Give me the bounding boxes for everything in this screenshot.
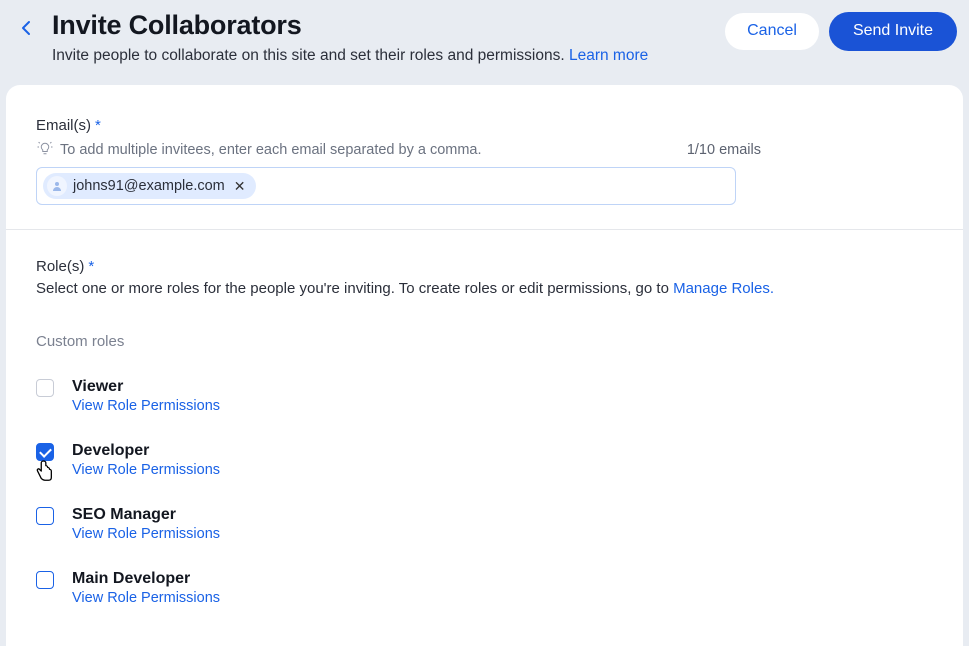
role-text: SEO Manager View Role Permissions — [72, 506, 220, 542]
role-name: Viewer — [72, 378, 220, 396]
role-text: Main Developer View Role Permissions — [72, 570, 220, 606]
role-item: Developer View Role Permissions — [36, 442, 933, 478]
learn-more-link[interactable]: Learn more — [569, 47, 648, 64]
page-subtitle: Invite people to collaborate on this sit… — [52, 47, 717, 65]
role-item: Main Developer View Role Permissions — [36, 570, 933, 606]
view-permissions-link[interactable]: View Role Permissions — [72, 462, 220, 478]
required-asterisk: * — [95, 117, 101, 134]
role-text: Viewer View Role Permissions — [72, 378, 220, 414]
cancel-button[interactable]: Cancel — [725, 13, 819, 50]
required-asterisk: * — [88, 258, 94, 275]
role-text: Developer View Role Permissions — [72, 442, 220, 478]
emails-section: Email(s)* To add multiple invitees, ente… — [6, 85, 963, 229]
view-permissions-link[interactable]: View Role Permissions — [72, 526, 220, 542]
emails-label: Email(s) — [36, 117, 91, 134]
role-name: Developer — [72, 442, 220, 460]
main-card: Email(s)* To add multiple invitees, ente… — [6, 85, 963, 646]
roles-label: Role(s) — [36, 258, 84, 275]
role-item: Viewer View Role Permissions — [36, 378, 933, 414]
custom-roles-heading: Custom roles — [36, 333, 933, 350]
email-chip: johns91@example.com ✕ — [43, 173, 256, 199]
lightbulb-icon — [36, 141, 54, 159]
remove-chip-icon[interactable]: ✕ — [231, 179, 249, 193]
view-permissions-link[interactable]: View Role Permissions — [72, 398, 220, 414]
subtitle-text: Invite people to collaborate on this sit… — [52, 47, 569, 64]
role-name: SEO Manager — [72, 506, 220, 524]
manage-roles-link[interactable]: Manage Roles. — [673, 280, 774, 297]
roles-description-text: Select one or more roles for the people … — [36, 280, 673, 297]
role-item: SEO Manager View Role Permissions — [36, 506, 933, 542]
avatar-icon — [47, 176, 67, 196]
back-button[interactable] — [12, 14, 40, 42]
emails-counter: 1/10 emails — [687, 142, 761, 158]
send-invite-button[interactable]: Send Invite — [829, 12, 957, 51]
view-permissions-link[interactable]: View Role Permissions — [72, 590, 220, 606]
role-checkbox[interactable] — [36, 571, 54, 589]
email-chip-text: johns91@example.com — [73, 178, 225, 194]
roles-section: Role(s)* Select one or more roles for th… — [6, 230, 963, 646]
role-name: Main Developer — [72, 570, 220, 588]
role-checkbox[interactable] — [36, 379, 54, 397]
emails-input[interactable]: johns91@example.com ✕ — [36, 167, 736, 205]
roles-description: Select one or more roles for the people … — [36, 280, 933, 297]
emails-hint: To add multiple invitees, enter each ema… — [60, 142, 482, 158]
role-checkbox[interactable] — [36, 507, 54, 525]
page-title: Invite Collaborators — [52, 10, 717, 41]
role-checkbox[interactable] — [36, 443, 54, 461]
